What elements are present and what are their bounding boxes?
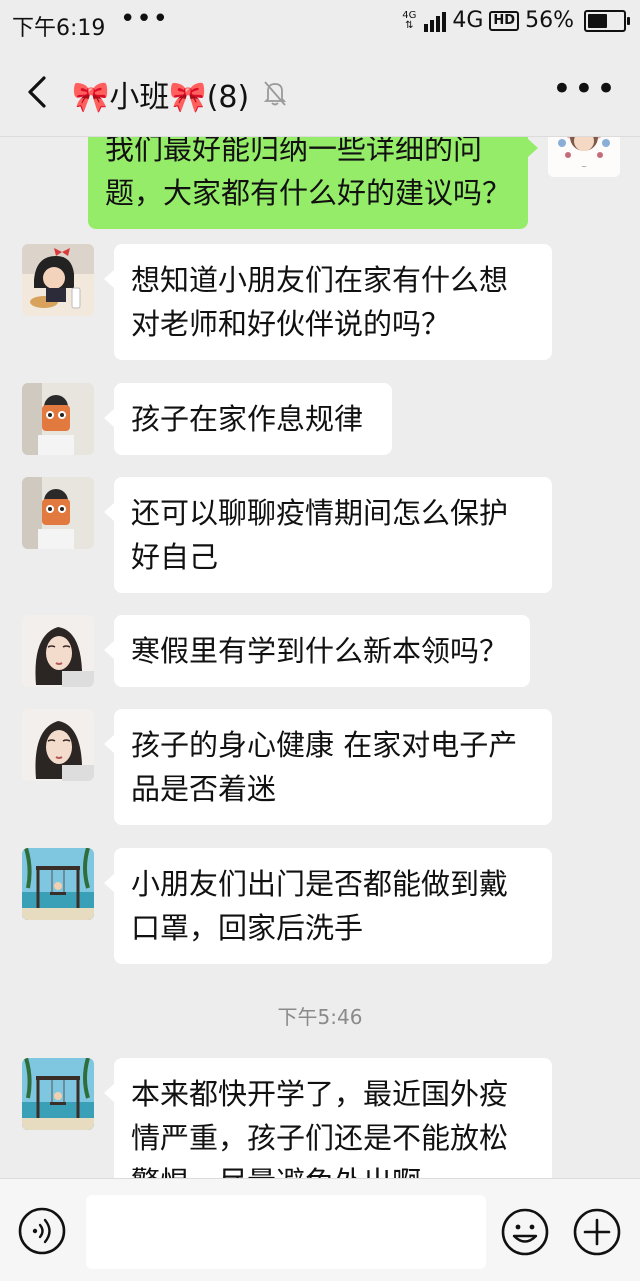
network-label: 4G: [452, 8, 484, 33]
chat-title: 🎀小班🎀(8): [72, 80, 250, 115]
status-right: 4G ⇅ 4G HD 56%: [402, 8, 630, 33]
voice-input-icon[interactable]: [18, 1207, 66, 1255]
battery-icon: [584, 9, 630, 32]
avatar-beach-swing-icon: [22, 1058, 94, 1130]
emoji-icon[interactable]: [500, 1207, 550, 1257]
avatar-girl-icon: [22, 244, 94, 316]
avatar-child-mask-icon: [22, 477, 94, 549]
avatar-woman-sketch-icon: [22, 709, 94, 781]
avatar-child-mask-icon: [22, 383, 94, 455]
chat-header: 🎀小班🎀(8) •••: [0, 50, 640, 137]
member-avatar[interactable]: [22, 615, 94, 687]
message-bubble[interactable]: 还可以聊聊疫情期间怎么保护 好自己: [104, 477, 552, 593]
member-avatar[interactable]: [22, 848, 94, 920]
hd-badge: HD: [489, 10, 520, 31]
status-bar: 下午6:19 ••• 4G ⇅ 4G HD 56%: [0, 0, 640, 50]
muted-bell-icon: [263, 81, 287, 106]
member-avatar[interactable]: [22, 383, 94, 455]
message-bubble[interactable]: 孩子的身心健康 在家对电子产 品是否着迷: [104, 709, 552, 825]
message-bubble[interactable]: 本来都快开学了，最近国外疫 情严重，孩子们还是不能放松 警惕，尽量避免外出啊: [104, 1058, 552, 1178]
message-bubble[interactable]: 想知道小朋友们在家有什么想 对老师和好伙伴说的吗？: [104, 244, 552, 360]
message-bubble[interactable]: 孩子在家作息规律: [104, 383, 392, 455]
member-avatar[interactable]: [22, 477, 94, 549]
member-avatar[interactable]: [22, 709, 94, 781]
plus-icon[interactable]: [572, 1207, 622, 1257]
message-list[interactable]: 我们最好能归纳一些详细的问 题，大家都有什么好的建议吗？ ~ 想知道小朋友们在家…: [0, 137, 640, 1178]
message-input-bar: [0, 1178, 640, 1281]
battery-percent: 56%: [525, 8, 574, 33]
more-options-button[interactable]: •••: [552, 72, 618, 106]
avatar-beach-swing-icon: [22, 848, 94, 920]
status-time: 下午6:19: [12, 16, 106, 41]
member-avatar[interactable]: [22, 244, 94, 316]
back-arrow-icon[interactable]: [20, 72, 56, 112]
notification-dots-icon: •••: [120, 4, 170, 34]
time-divider: 下午5:46: [277, 1005, 363, 1029]
message-bubble-self[interactable]: 我们最好能归纳一些详细的问 题，大家都有什么好的建议吗？: [88, 137, 538, 229]
signal-icon: [424, 10, 447, 32]
data-indicator: 4G ⇅: [402, 9, 417, 31]
battery-fill: [588, 13, 608, 28]
self-avatar[interactable]: ~: [548, 137, 620, 177]
message-bubble[interactable]: 小朋友们出门是否都能做到戴 口罩，回家后洗手: [104, 848, 552, 964]
message-input[interactable]: [86, 1195, 486, 1269]
self-avatar-icon: ~: [548, 137, 620, 177]
member-avatar[interactable]: [22, 1058, 94, 1130]
avatar-woman-sketch-icon: [22, 615, 94, 687]
message-bubble[interactable]: 寒假里有学到什么新本领吗？: [104, 615, 530, 687]
svg-text:~: ~: [581, 163, 587, 171]
